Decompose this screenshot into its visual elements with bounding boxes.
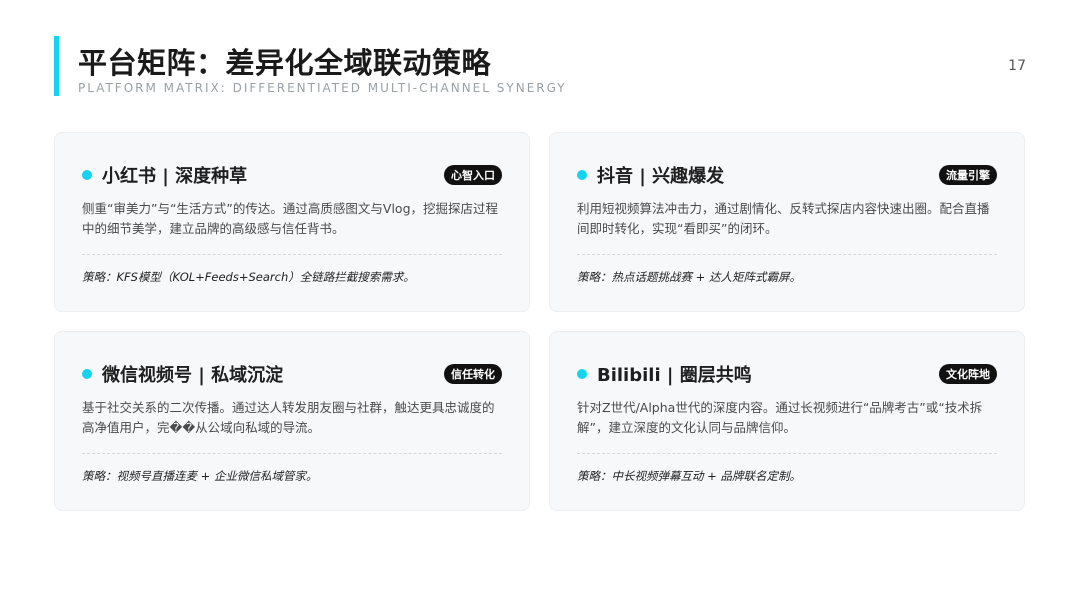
- card-badge: 信任转化: [444, 364, 502, 384]
- bullet-dot-icon: [82, 369, 92, 379]
- card-badge: 心智入口: [444, 165, 502, 185]
- bullet-dot-icon: [577, 170, 587, 180]
- card-title: Bilibili | 圈层共鸣: [597, 365, 752, 386]
- card-divider: [577, 453, 997, 454]
- card-description: 针对Z世代/Alpha世代的深度内容。通过长视频进行“品牌考古”或“技术拆解”，…: [577, 400, 983, 435]
- card-badge: 文化阵地: [939, 364, 997, 384]
- card-strategy: 策略：热点话题挑战赛 + 达人矩阵式霸屏。: [577, 270, 801, 284]
- card-divider: [82, 453, 502, 454]
- bullet-dot-icon: [577, 369, 587, 379]
- page-number: 17: [1008, 58, 1026, 74]
- platform-card-bilibili: Bilibili | 圈层共鸣 文化阵地 针对Z世代/Alpha世代的深度内容。…: [549, 331, 1025, 511]
- bullet-dot-icon: [82, 170, 92, 180]
- card-header: Bilibili | 圈层共鸣 文化阵地: [577, 360, 997, 388]
- card-description: 基于社交关系的二次传播。通过达人转发朋友圈与社群，触达更具忠诚度的高净值用户，完…: [82, 400, 495, 435]
- page-title: 平台矩阵：差异化全域联动策略: [78, 46, 492, 80]
- platform-card-wechat-channels: 微信视频号 | 私域沉淀 信任转化 基于社交关系的二次传播。通过达人转发朋友圈与…: [54, 331, 530, 511]
- card-strategy: 策略：KFS模型（KOL+Feeds+Search）全链路拦截搜索需求。: [82, 270, 415, 284]
- card-header: 微信视频号 | 私域沉淀 信任转化: [82, 360, 502, 388]
- page-subtitle: PLATFORM MATRIX: DIFFERENTIATED MULTI-CH…: [78, 81, 567, 95]
- card-title: 抖音 | 兴趣爆发: [597, 166, 725, 187]
- card-title: 小红书 | 深度种草: [102, 166, 248, 187]
- card-description: 侧重“审美力”与“生活方式”的传达。通过高质感图文与Vlog，挖掘探店过程中的细…: [82, 201, 499, 236]
- card-description: 利用短视频算法冲击力，通过剧情化、反转式探店内容快速出圈。配合直播间即时转化，实…: [577, 201, 990, 236]
- card-divider: [577, 254, 997, 255]
- platform-card-douyin: 抖音 | 兴趣爆发 流量引擎 利用短视频算法冲击力，通过剧情化、反转式探店内容快…: [549, 132, 1025, 312]
- card-strategy: 策略：视频号直播连麦 + 企业微信私域管家。: [82, 469, 318, 483]
- card-divider: [82, 254, 502, 255]
- platform-card-xiaohongshu: 小红书 | 深度种草 心智入口 侧重“审美力”与“生活方式”的传达。通过高质感图…: [54, 132, 530, 312]
- card-badge: 流量引擎: [939, 165, 997, 185]
- card-header: 小红书 | 深度种草 心智入口: [82, 161, 502, 189]
- card-header: 抖音 | 兴趣爆发 流量引擎: [577, 161, 997, 189]
- card-title: 微信视频号 | 私域沉淀: [102, 365, 284, 386]
- title-accent-bar: [54, 36, 59, 96]
- card-strategy: 策略：中长视频弹幕互动 + 品牌联名定制。: [577, 469, 801, 483]
